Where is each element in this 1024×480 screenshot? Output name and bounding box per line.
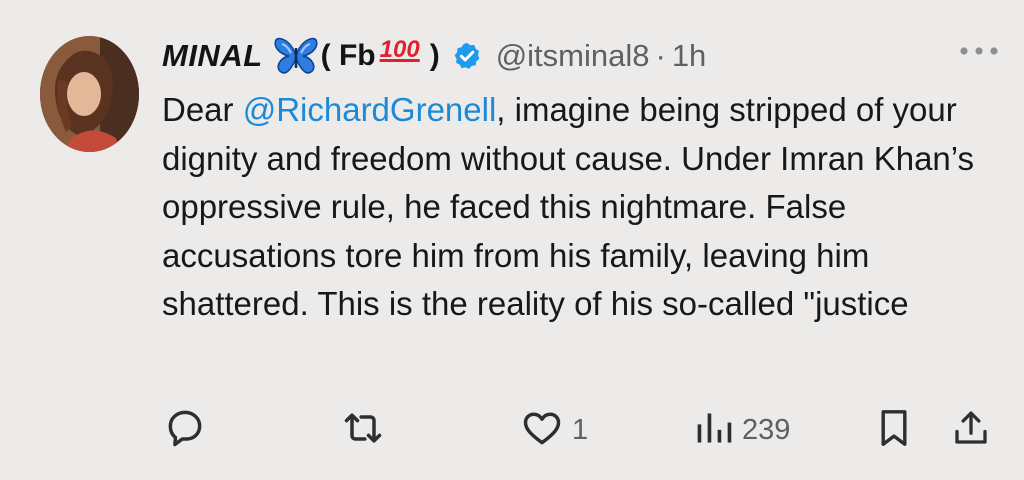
author-name-suffix-open: ( Fb (320, 39, 376, 72)
action-bar: 1 239 (0, 408, 1024, 452)
reply-icon (163, 406, 207, 455)
like-count: 1 (572, 413, 589, 446)
butterfly-icon (273, 36, 319, 76)
author-name-suffix-close: ) (429, 39, 440, 72)
timestamp[interactable]: 1h (672, 38, 706, 74)
views-count: 239 (742, 413, 791, 446)
views-icon (694, 406, 734, 455)
share-icon (950, 406, 992, 455)
views-button[interactable]: 239 (694, 408, 790, 452)
author-name[interactable]: MINAL (162, 38, 263, 74)
tweet-header: MINAL ( Fb 100 ) @itsminal8 · 1h (162, 30, 706, 82)
hundred-points-icon: 100 (379, 36, 420, 63)
avatar[interactable] (40, 36, 139, 152)
tweet-text-prefix: Dear (162, 91, 243, 128)
bookmark-icon (876, 406, 912, 455)
retweet-icon (338, 406, 388, 455)
mention-link[interactable]: @RichardGrenell (243, 91, 497, 128)
tweet-text: Dear @RichardGrenell, imagine being stri… (162, 86, 1012, 329)
like-icon (520, 406, 564, 455)
author-handle[interactable]: @itsminal8 (496, 38, 650, 74)
share-button[interactable] (950, 408, 992, 452)
tweet: MINAL ( Fb 100 ) @itsminal8 · 1h Dear @R… (0, 0, 1024, 480)
more-options-icon[interactable] (958, 44, 1000, 63)
verified-badge-icon[interactable] (452, 41, 482, 71)
bookmark-button[interactable] (876, 408, 912, 452)
like-button[interactable]: 1 (520, 408, 588, 452)
retweet-button[interactable] (338, 408, 388, 452)
reply-button[interactable] (163, 408, 207, 452)
separator-dot: · (655, 38, 666, 73)
